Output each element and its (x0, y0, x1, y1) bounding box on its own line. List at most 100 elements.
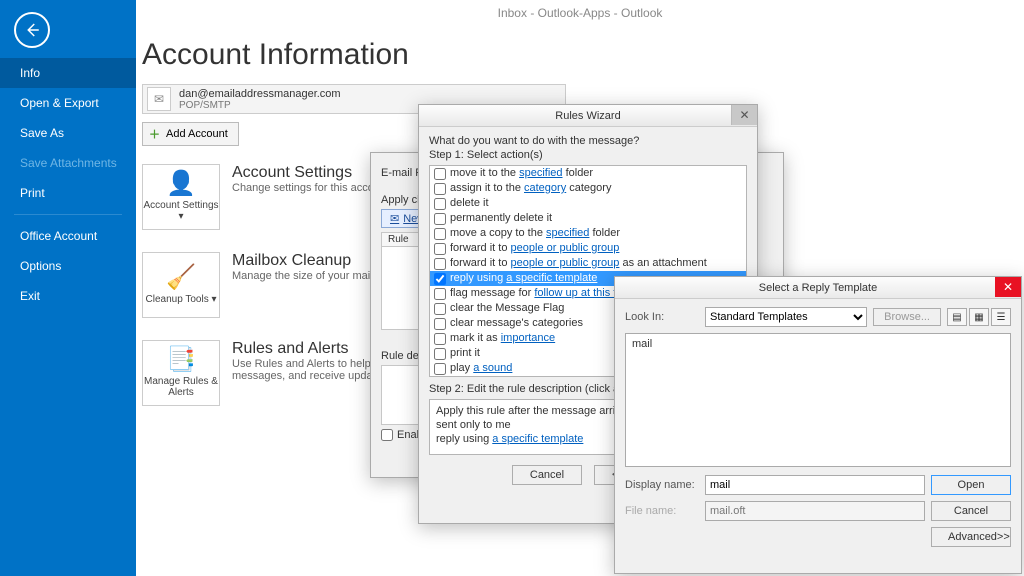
action-text: move it to the specified folder (450, 166, 593, 181)
app-title: Inbox - Outlook-Apps - Outlook (136, 0, 1024, 20)
action-link[interactable]: a specific template (506, 272, 597, 284)
tile-account-settings[interactable]: 👤 Account Settings ▾ (142, 164, 220, 230)
action-text: print it (450, 346, 480, 361)
action-link[interactable]: a sound (473, 362, 512, 374)
lookin-select[interactable]: Standard Templates (705, 307, 867, 327)
checkbox-icon[interactable] (434, 213, 446, 225)
section-heading: Mailbox Cleanup (232, 252, 390, 270)
select-reply-template-dialog: Select a Reply Template ✕ Look In: Stand… (614, 276, 1022, 574)
action-link[interactable]: people or public group (511, 257, 620, 269)
action-text: play a sound (450, 361, 512, 376)
open-button[interactable]: Open (931, 475, 1011, 495)
action-text: forward it to people or public group (450, 241, 619, 256)
sidebar-item-print[interactable]: Print (0, 178, 136, 208)
cancel-button[interactable]: Cancel (512, 465, 582, 485)
action-link[interactable]: importance (501, 332, 555, 344)
rule-column-header: Rule (381, 232, 423, 247)
rules-icon: 📑 (166, 348, 196, 372)
action-row[interactable]: forward it to people or public group (430, 241, 746, 256)
action-text: flag message for follow up at this time (450, 286, 634, 301)
action-row[interactable]: permanently delete it (430, 211, 746, 226)
cancel-button[interactable]: Cancel (931, 501, 1011, 521)
action-text: mark it as importance (450, 331, 555, 346)
template-link[interactable]: a specific template (492, 433, 583, 445)
account-email: dan@emailaddressmanager.com (179, 88, 341, 100)
action-link[interactable]: people or public group (511, 242, 620, 254)
dialog-title: Select a Reply Template ✕ (615, 277, 1021, 299)
broom-icon: 🧹 (166, 266, 196, 290)
section-heading: Account Settings (232, 164, 389, 182)
checkbox-icon[interactable] (434, 318, 446, 330)
file-name-input (705, 501, 925, 521)
action-text: clear message's categories (450, 316, 583, 331)
action-link[interactable]: category (524, 182, 566, 194)
tile-manage-rules[interactable]: 📑 Manage Rules & Alerts (142, 340, 220, 406)
rule-description-box (381, 365, 423, 425)
tile-label: Manage Rules & Alerts (143, 376, 219, 398)
action-text: delete it (450, 196, 489, 211)
sidebar-item-exit[interactable]: Exit (0, 281, 136, 311)
tile-label: Cleanup Tools ▾ (146, 294, 217, 305)
close-icon[interactable]: ✕ (731, 105, 757, 125)
back-button[interactable] (14, 12, 50, 48)
add-account-button[interactable]: ＋ Add Account (142, 122, 239, 146)
page-title: Account Information (136, 20, 1024, 84)
section-text: Manage the size of your mailbox (232, 270, 390, 282)
tile-cleanup-tools[interactable]: 🧹 Cleanup Tools ▾ (142, 252, 220, 318)
display-name-input[interactable] (705, 475, 925, 495)
sidebar-item-save-as[interactable]: Save As (0, 118, 136, 148)
sidebar-item-save-attachments: Save Attachments (0, 148, 136, 178)
checkbox-icon[interactable] (434, 348, 446, 360)
section-text: Change settings for this account (232, 182, 389, 194)
checkbox-icon[interactable] (434, 198, 446, 210)
step1-label: Step 1: Select action(s) (429, 149, 747, 161)
browse-button: Browse... (873, 308, 941, 326)
sidebar-item-open-export[interactable]: Open & Export (0, 88, 136, 118)
action-text: permanently delete it (450, 211, 552, 226)
checkbox-icon[interactable] (434, 303, 446, 315)
action-text: move a copy to the specified folder (450, 226, 620, 241)
action-text: assign it to the category category (450, 181, 611, 196)
advanced-button[interactable]: Advanced>> (931, 527, 1011, 547)
action-text: start application (450, 376, 527, 377)
plus-icon: ＋ (149, 126, 160, 142)
checkbox-icon[interactable] (434, 168, 446, 180)
checkbox-icon[interactable] (434, 288, 446, 300)
rule-listbox[interactable] (381, 246, 423, 330)
sidebar-item-info[interactable]: Info (0, 58, 136, 88)
action-row[interactable]: delete it (430, 196, 746, 211)
view-list-button[interactable]: ▦ (969, 308, 989, 326)
lookin-label: Look In: (625, 311, 699, 323)
checkbox-icon[interactable] (434, 243, 446, 255)
checkbox-icon[interactable] (434, 363, 446, 375)
checkbox-icon[interactable] (434, 273, 446, 285)
action-row[interactable]: move it to the specified folder (430, 166, 746, 181)
list-item[interactable]: mail (632, 338, 1004, 350)
action-text: forward it to people or public group as … (450, 256, 707, 271)
action-row[interactable]: assign it to the category category (430, 181, 746, 196)
mail-icon: ✉ (390, 212, 399, 225)
action-link[interactable]: specified (546, 227, 589, 239)
sidebar-item-office-account[interactable]: Office Account (0, 221, 136, 251)
action-row[interactable]: forward it to people or public group as … (430, 256, 746, 271)
checkbox-icon[interactable] (381, 429, 393, 441)
sidebar-item-options[interactable]: Options (0, 251, 136, 281)
template-file-list[interactable]: mail (625, 333, 1011, 467)
file-name-label: File name: (625, 505, 699, 517)
wizard-question: What do you want to do with the message? (429, 135, 747, 147)
backstage-sidebar: Info Open & Export Save As Save Attachme… (0, 0, 136, 576)
checkbox-icon[interactable] (434, 183, 446, 195)
view-details-button[interactable]: ☰ (991, 308, 1011, 326)
sidebar-separator (14, 214, 122, 215)
view-large-icons-button[interactable]: ▤ (947, 308, 967, 326)
add-account-label: Add Account (166, 128, 228, 140)
action-link[interactable]: specified (519, 167, 562, 179)
checkbox-icon[interactable] (434, 258, 446, 270)
action-text: reply using a specific template (450, 271, 597, 286)
display-name-label: Display name: (625, 479, 699, 491)
checkbox-icon[interactable] (434, 333, 446, 345)
checkbox-icon[interactable] (434, 228, 446, 240)
close-icon[interactable]: ✕ (995, 277, 1021, 297)
action-row[interactable]: move a copy to the specified folder (430, 226, 746, 241)
dialog-title: Rules Wizard ✕ (419, 105, 757, 127)
